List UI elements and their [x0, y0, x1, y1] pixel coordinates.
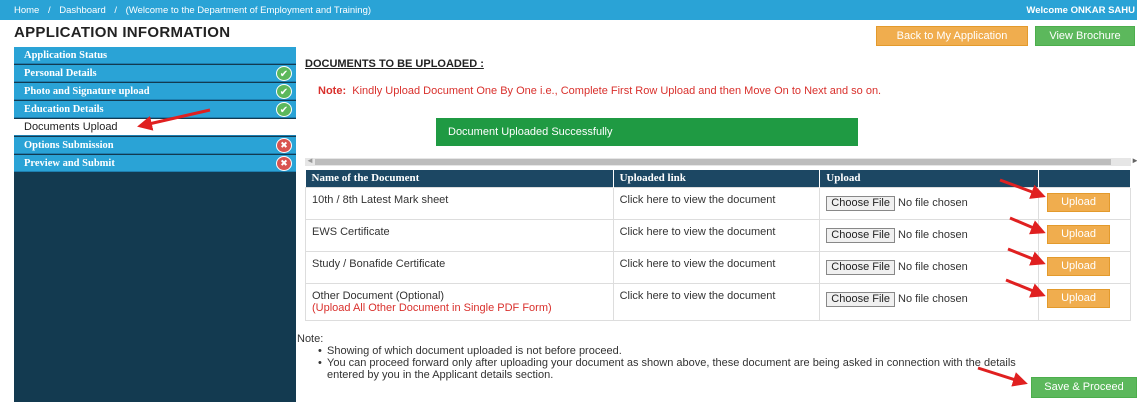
- back-to-application-button[interactable]: Back to My Application: [876, 26, 1028, 46]
- sidebar-item-application-status[interactable]: Application Status: [14, 47, 296, 64]
- sidebar-item-education-details[interactable]: Education Details ✔: [14, 101, 296, 118]
- sidebar-item-documents-upload[interactable]: Documents Upload: [14, 119, 296, 136]
- save-proceed-button[interactable]: Save & Proceed: [1031, 377, 1137, 398]
- list-item: Showing of which document uploaded is no…: [318, 345, 1016, 357]
- document-hint: (Upload All Other Document in Single PDF…: [312, 301, 552, 314]
- choose-file-button[interactable]: Choose File: [826, 227, 895, 243]
- file-status: No file chosen: [898, 228, 968, 241]
- upload-button[interactable]: Upload: [1047, 256, 1111, 276]
- file-input[interactable]: Choose File No file chosen: [819, 250, 1040, 284]
- sidebar-item-label: Preview and Submit: [24, 158, 115, 169]
- section-title: DOCUMENTS TO BE UPLOADED :: [305, 58, 484, 70]
- breadcrumb-separator: /: [114, 5, 118, 16]
- upload-button[interactable]: Upload: [1047, 192, 1111, 212]
- breadcrumb-dashboard[interactable]: Dashboard: [59, 5, 105, 16]
- table-row: Study / Bonafide Certificate Click here …: [305, 250, 1131, 284]
- view-document-link[interactable]: Click here to view the document: [612, 218, 821, 252]
- cross-icon: ✖: [276, 156, 292, 171]
- document-name: EWS Certificate: [305, 218, 614, 252]
- note-text: Kindly Upload Document One By One i.e., …: [352, 85, 882, 97]
- sidebar-item-label: Photo and Signature upload: [24, 86, 150, 97]
- top-bar: Home / Dashboard / (Welcome to the Depar…: [0, 0, 1137, 20]
- list-item-continuation: entered by you in the Applicant details …: [327, 369, 554, 381]
- choose-file-button[interactable]: Choose File: [826, 291, 895, 307]
- bottom-note: Note: Showing of which document uploaded…: [297, 333, 1016, 381]
- column-header-upload: Upload: [819, 170, 1040, 187]
- breadcrumb-current: (Welcome to the Department of Employment…: [125, 5, 372, 16]
- table-header-row: Name of the Document Uploaded link Uploa…: [305, 170, 1131, 187]
- column-header-action: [1038, 170, 1131, 187]
- breadcrumb-home[interactable]: Home: [14, 5, 39, 16]
- view-document-link[interactable]: Click here to view the document: [612, 186, 821, 220]
- sidebar-item-label: Options Submission: [24, 140, 114, 151]
- upload-instruction-note: Note: Kindly Upload Document One By One …: [318, 85, 881, 97]
- document-name: Study / Bonafide Certificate: [305, 250, 614, 284]
- welcome-user: Welcome ONKAR SAHU: [1026, 5, 1135, 16]
- sidebar-item-preview-submit[interactable]: Preview and Submit ✖: [14, 155, 296, 172]
- sidebar-item-label: Application Status: [24, 50, 108, 61]
- check-icon: ✔: [276, 102, 292, 117]
- scroll-left-icon[interactable]: ◄: [306, 156, 314, 165]
- view-document-link[interactable]: Click here to view the document: [612, 282, 821, 321]
- sidebar: Application Status Personal Details ✔ Ph…: [14, 47, 296, 402]
- note-label: Note:: [318, 85, 347, 97]
- bottom-note-list: Showing of which document uploaded is no…: [318, 345, 1016, 369]
- horizontal-scrollbar[interactable]: ◄ ►: [305, 156, 1137, 166]
- success-alert: Document Uploaded Successfully: [436, 118, 858, 146]
- table-row: 10th / 8th Latest Mark sheet Click here …: [305, 186, 1131, 220]
- cross-icon: ✖: [276, 138, 292, 153]
- scroll-right-icon[interactable]: ►: [1131, 156, 1137, 165]
- check-icon: ✔: [276, 84, 292, 99]
- upload-button[interactable]: Upload: [1047, 288, 1111, 308]
- sidebar-item-label: Documents Upload: [24, 121, 118, 133]
- file-status: No file chosen: [898, 260, 968, 273]
- choose-file-button[interactable]: Choose File: [826, 259, 895, 275]
- sidebar-item-options-submission[interactable]: Options Submission ✖: [14, 137, 296, 154]
- list-item: You can proceed forward only after uploa…: [318, 357, 1016, 369]
- sidebar-item-photo-signature[interactable]: Photo and Signature upload ✔: [14, 83, 296, 100]
- document-name-cell: Other Document (Optional) (Upload All Ot…: [305, 282, 614, 321]
- sidebar-item-label: Education Details: [24, 104, 104, 115]
- column-header-document-name: Name of the Document: [305, 170, 614, 187]
- document-name: 10th / 8th Latest Mark sheet: [305, 186, 614, 220]
- file-input[interactable]: Choose File No file chosen: [819, 218, 1040, 252]
- file-status: No file chosen: [898, 292, 968, 305]
- bottom-note-label: Note:: [297, 333, 324, 345]
- sidebar-item-label: Personal Details: [24, 68, 97, 79]
- file-input[interactable]: Choose File No file chosen: [819, 186, 1040, 220]
- scrollbar-thumb[interactable]: [315, 159, 1111, 165]
- page-title: APPLICATION INFORMATION: [14, 24, 231, 41]
- document-name: Other Document (Optional): [312, 289, 445, 302]
- sidebar-item-personal-details[interactable]: Personal Details ✔: [14, 65, 296, 82]
- choose-file-button[interactable]: Choose File: [826, 195, 895, 211]
- table-row: Other Document (Optional) (Upload All Ot…: [305, 282, 1131, 321]
- table-row: EWS Certificate Click here to view the d…: [305, 218, 1131, 252]
- view-document-link[interactable]: Click here to view the document: [612, 250, 821, 284]
- documents-table: Name of the Document Uploaded link Uploa…: [305, 170, 1131, 321]
- column-header-uploaded-link: Uploaded link: [613, 170, 821, 187]
- view-brochure-button[interactable]: View Brochure: [1035, 26, 1135, 46]
- check-icon: ✔: [276, 66, 292, 81]
- file-input[interactable]: Choose File No file chosen: [819, 282, 1040, 321]
- breadcrumb: Home / Dashboard / (Welcome to the Depar…: [14, 5, 377, 16]
- upload-button[interactable]: Upload: [1047, 224, 1111, 244]
- breadcrumb-separator: /: [47, 5, 51, 16]
- file-status: No file chosen: [898, 196, 968, 209]
